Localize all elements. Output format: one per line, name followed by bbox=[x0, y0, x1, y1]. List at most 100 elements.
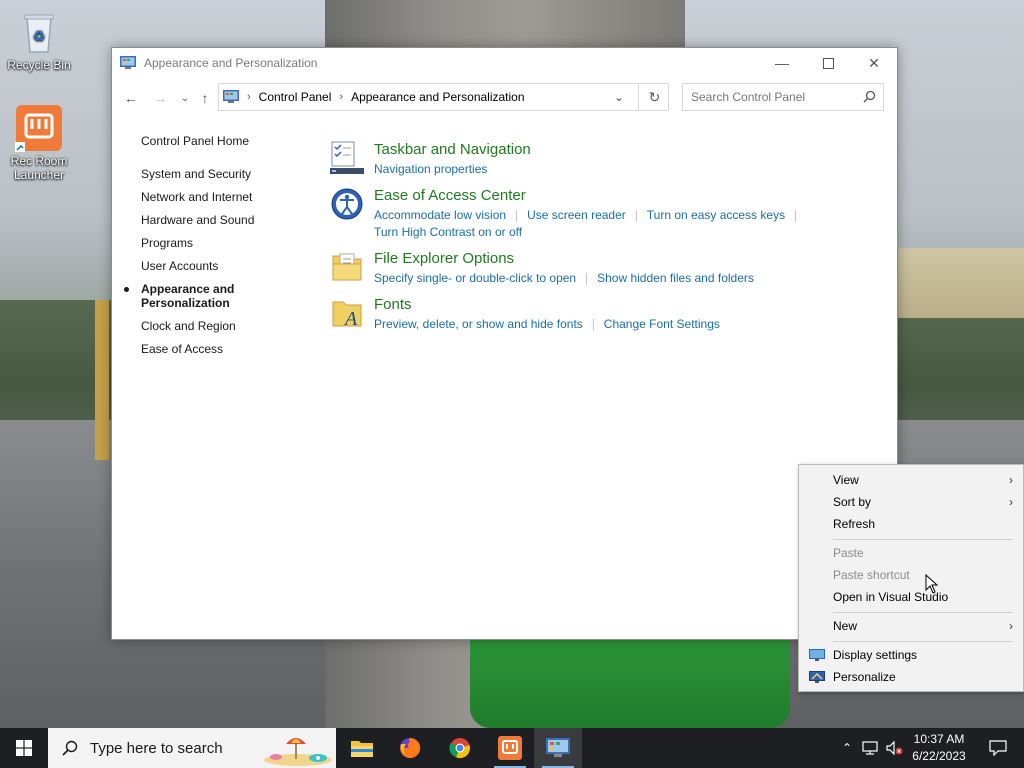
close-button[interactable]: ✕ bbox=[851, 48, 897, 78]
start-button[interactable] bbox=[0, 728, 48, 768]
windows-logo-icon bbox=[16, 740, 32, 756]
taskbar: Type here to search ⌃ 10:37 AM 6/22/2023 bbox=[0, 728, 1024, 768]
heading-fonts[interactable]: Fonts bbox=[374, 296, 412, 313]
link-preview-fonts[interactable]: Preview, delete, or show and hide fonts bbox=[374, 317, 583, 331]
menu-item-new[interactable]: New › bbox=[799, 615, 1023, 637]
nav-network-internet[interactable]: Network and Internet bbox=[141, 190, 301, 204]
back-button[interactable]: ← bbox=[120, 87, 142, 109]
volume-tray-button[interactable] bbox=[884, 728, 906, 768]
menu-item-paste-shortcut[interactable]: Paste shortcut bbox=[799, 564, 1023, 586]
taskbar-firefox[interactable] bbox=[386, 728, 434, 768]
desktop-icon-rec-room[interactable]: Rec Room Launcher bbox=[2, 104, 76, 182]
heading-taskbar-navigation[interactable]: Taskbar and Navigation bbox=[374, 141, 531, 158]
maximize-button[interactable] bbox=[805, 48, 851, 78]
menu-item-display-settings[interactable]: Display settings bbox=[799, 644, 1023, 666]
refresh-icon: ↻ bbox=[648, 88, 661, 105]
address-bar[interactable]: › Control Panel › Appearance and Persona… bbox=[218, 83, 669, 111]
chevron-up-icon: ⌃ bbox=[841, 741, 853, 755]
control-panel-small-icon bbox=[223, 90, 239, 104]
link-separator bbox=[795, 209, 797, 222]
menu-label: Paste shortcut bbox=[833, 568, 910, 582]
links-fonts: Preview, delete, or show and hide fonts C… bbox=[374, 316, 720, 333]
nav-clock-region[interactable]: Clock and Region bbox=[141, 319, 301, 333]
forward-button[interactable]: → bbox=[149, 87, 171, 109]
network-icon bbox=[862, 741, 878, 755]
control-panel-icon bbox=[120, 56, 136, 70]
link-easy-access-keys[interactable]: Turn on easy access keys bbox=[647, 208, 785, 222]
menu-item-open-visual-studio[interactable]: Open in Visual Studio bbox=[799, 586, 1023, 608]
network-tray-button[interactable] bbox=[860, 728, 882, 768]
svg-text:♻: ♻ bbox=[33, 29, 46, 45]
folder-options-icon bbox=[330, 250, 364, 284]
chevron-right-icon: › bbox=[1009, 495, 1013, 509]
control-panel-window[interactable]: Appearance and Personalization — ✕ ← → ⌄… bbox=[111, 47, 898, 640]
background-building bbox=[895, 248, 1024, 318]
menu-item-sort-by[interactable]: Sort by › bbox=[799, 491, 1023, 513]
link-hidden-files[interactable]: Show hidden files and folders bbox=[597, 271, 754, 285]
menu-label: Paste bbox=[833, 546, 864, 560]
desktop-context-menu: View › Sort by › Refresh Paste Paste sho… bbox=[798, 464, 1024, 692]
link-navigation-properties[interactable]: Navigation properties bbox=[374, 162, 487, 176]
clock-date: 6/22/2023 bbox=[912, 749, 966, 763]
desktop-icon-recycle-bin[interactable]: ♻ Recycle Bin bbox=[2, 8, 76, 72]
nav-programs[interactable]: Programs bbox=[141, 236, 301, 250]
address-dropdown-icon[interactable]: ⌄ bbox=[614, 90, 624, 104]
menu-item-view[interactable]: View › bbox=[799, 469, 1023, 491]
taskbar-clock[interactable]: 10:37 AM 6/22/2023 bbox=[906, 731, 972, 765]
minimize-button[interactable]: — bbox=[759, 48, 805, 78]
menu-item-personalize[interactable]: Personalize bbox=[799, 666, 1023, 688]
heading-file-explorer-options[interactable]: File Explorer Options bbox=[374, 250, 514, 267]
nav-system-security[interactable]: System and Security bbox=[141, 167, 301, 181]
taskbar-file-explorer[interactable] bbox=[338, 728, 386, 768]
refresh-button[interactable]: ↻ bbox=[638, 83, 670, 111]
links-file-explorer-options: Specify single- or double-click to open S… bbox=[374, 270, 754, 287]
nav-control-panel-home[interactable]: Control Panel Home bbox=[141, 134, 301, 148]
nav-hardware-sound[interactable]: Hardware and Sound bbox=[141, 213, 301, 227]
link-screen-reader[interactable]: Use screen reader bbox=[527, 208, 626, 222]
menu-label: Sort by bbox=[833, 495, 872, 509]
menu-item-refresh[interactable]: Refresh bbox=[799, 513, 1023, 535]
close-icon: ✕ bbox=[868, 54, 880, 71]
ease-of-access-icon bbox=[330, 187, 364, 221]
background-lamp bbox=[95, 300, 109, 460]
taskbar-rec-room[interactable] bbox=[486, 728, 534, 768]
link-high-contrast[interactable]: Turn High Contrast on or off bbox=[374, 225, 522, 239]
heading-ease-of-access[interactable]: Ease of Access Center bbox=[374, 187, 526, 204]
breadcrumb-separator-icon: › bbox=[247, 91, 251, 103]
recent-locations-button[interactable]: ⌄ bbox=[174, 87, 196, 109]
personalize-icon bbox=[809, 671, 825, 683]
menu-separator bbox=[833, 641, 1013, 642]
title-bar[interactable]: Appearance and Personalization — ✕ bbox=[112, 48, 897, 78]
taskbar-control-panel[interactable] bbox=[534, 728, 582, 768]
breadcrumb-control-panel[interactable]: Control Panel bbox=[259, 90, 332, 104]
desktop-icon-label: Rec Room Launcher bbox=[10, 154, 68, 182]
firefox-icon bbox=[400, 737, 421, 758]
search-input[interactable]: Search Control Panel bbox=[682, 83, 884, 111]
link-separator bbox=[635, 209, 637, 222]
nav-appearance-personalization[interactable]: Appearance and Personalization bbox=[124, 282, 251, 310]
control-panel-icon bbox=[546, 738, 570, 757]
up-button[interactable]: ↑ bbox=[194, 87, 216, 109]
taskbar-icon bbox=[330, 141, 364, 175]
breadcrumb-appearance[interactable]: Appearance and Personalization bbox=[351, 90, 524, 104]
taskbar-search-placeholder: Type here to search bbox=[90, 739, 223, 757]
search-highlight-illustration-icon bbox=[264, 738, 332, 766]
nav-user-accounts[interactable]: User Accounts bbox=[141, 259, 301, 273]
taskbar-chrome[interactable] bbox=[436, 728, 484, 768]
menu-label: Refresh bbox=[833, 517, 876, 531]
chevron-right-icon: › bbox=[1009, 619, 1013, 633]
link-change-font-settings[interactable]: Change Font Settings bbox=[604, 317, 720, 331]
chevron-down-icon: ⌄ bbox=[180, 92, 190, 104]
desktop-icon-label: Recycle Bin bbox=[7, 58, 71, 72]
rec-room-icon bbox=[15, 104, 63, 152]
taskbar-search-box[interactable]: Type here to search bbox=[48, 728, 336, 768]
action-center-button[interactable] bbox=[978, 728, 1018, 768]
link-low-vision[interactable]: Accommodate low vision bbox=[374, 208, 506, 222]
link-single-double-click[interactable]: Specify single- or double-click to open bbox=[374, 271, 576, 285]
nav-ease-of-access[interactable]: Ease of Access bbox=[141, 342, 301, 356]
up-arrow-icon: ↑ bbox=[201, 90, 209, 106]
show-hidden-icons-button[interactable]: ⌃ bbox=[838, 728, 856, 768]
link-separator bbox=[586, 272, 588, 285]
volume-muted-icon bbox=[886, 741, 903, 755]
menu-item-paste[interactable]: Paste bbox=[799, 542, 1023, 564]
